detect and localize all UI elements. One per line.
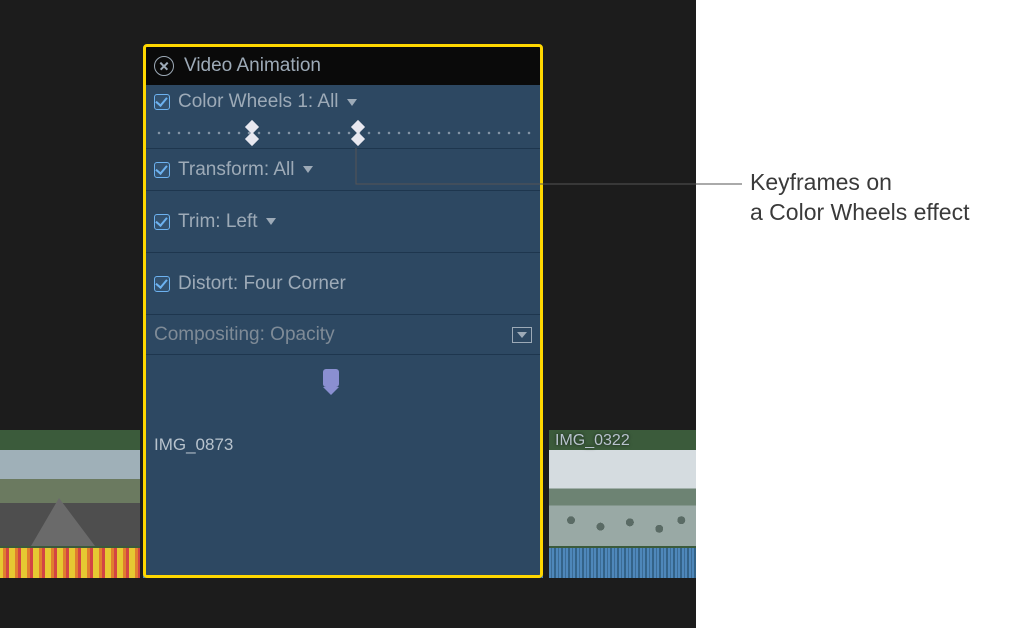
effect-checkbox[interactable]	[154, 214, 170, 230]
clip-label: IMG_0322	[555, 432, 630, 450]
effect-label: Distort: Four Corner	[178, 273, 346, 295]
chevron-down-icon[interactable]	[303, 166, 313, 173]
timeline-clip-next[interactable]: IMG_0322	[549, 430, 696, 578]
audio-waveform	[549, 548, 696, 578]
expand-icon[interactable]	[512, 327, 532, 343]
playhead-handle[interactable]	[323, 369, 339, 387]
keyframe-track[interactable]	[154, 123, 532, 143]
keyframe-marker[interactable]	[352, 123, 364, 143]
effect-checkbox[interactable]	[154, 162, 170, 178]
timeline-clip-prev[interactable]	[0, 430, 140, 578]
callout-line-2: a Color Wheels effect	[750, 198, 969, 228]
panel-header: Video Animation	[146, 47, 540, 85]
chevron-down-icon[interactable]	[347, 99, 357, 106]
filmstrip	[0, 450, 140, 546]
compositing-header[interactable]: Compositing: Opacity	[146, 315, 540, 355]
effect-row-trim[interactable]: Trim: Left	[146, 191, 540, 253]
video-animation-panel: Video Animation Color Wheels 1: All Tran…	[143, 44, 543, 578]
close-icon[interactable]	[154, 56, 174, 76]
effect-label: Color Wheels 1: All	[178, 91, 339, 113]
callout-text: Keyframes on a Color Wheels effect	[750, 168, 969, 228]
opacity-track[interactable]	[146, 355, 540, 575]
effect-checkbox[interactable]	[154, 94, 170, 110]
editor-area: IMG_0322 Video Animation Color Wheels 1:…	[0, 0, 696, 628]
audio-waveform	[0, 548, 140, 578]
clip-thumbnail	[549, 450, 696, 546]
effect-label: Trim: Left	[178, 211, 258, 233]
effect-label: Transform: All	[178, 159, 295, 181]
callout-line-1: Keyframes on	[750, 168, 969, 198]
effect-row-transform[interactable]: Transform: All	[146, 149, 540, 191]
clip-thumbnail	[0, 450, 140, 546]
keyframe-marker[interactable]	[246, 123, 258, 143]
effect-row-color-wheels[interactable]: Color Wheels 1: All	[146, 85, 540, 149]
effect-checkbox[interactable]	[154, 276, 170, 292]
chevron-down-icon[interactable]	[266, 218, 276, 225]
panel-title: Video Animation	[184, 55, 321, 77]
filmstrip	[549, 450, 696, 546]
compositing-label: Compositing: Opacity	[154, 324, 335, 346]
effect-row-distort[interactable]: Distort: Four Corner	[146, 253, 540, 315]
clip-label: IMG_0873	[154, 435, 233, 455]
